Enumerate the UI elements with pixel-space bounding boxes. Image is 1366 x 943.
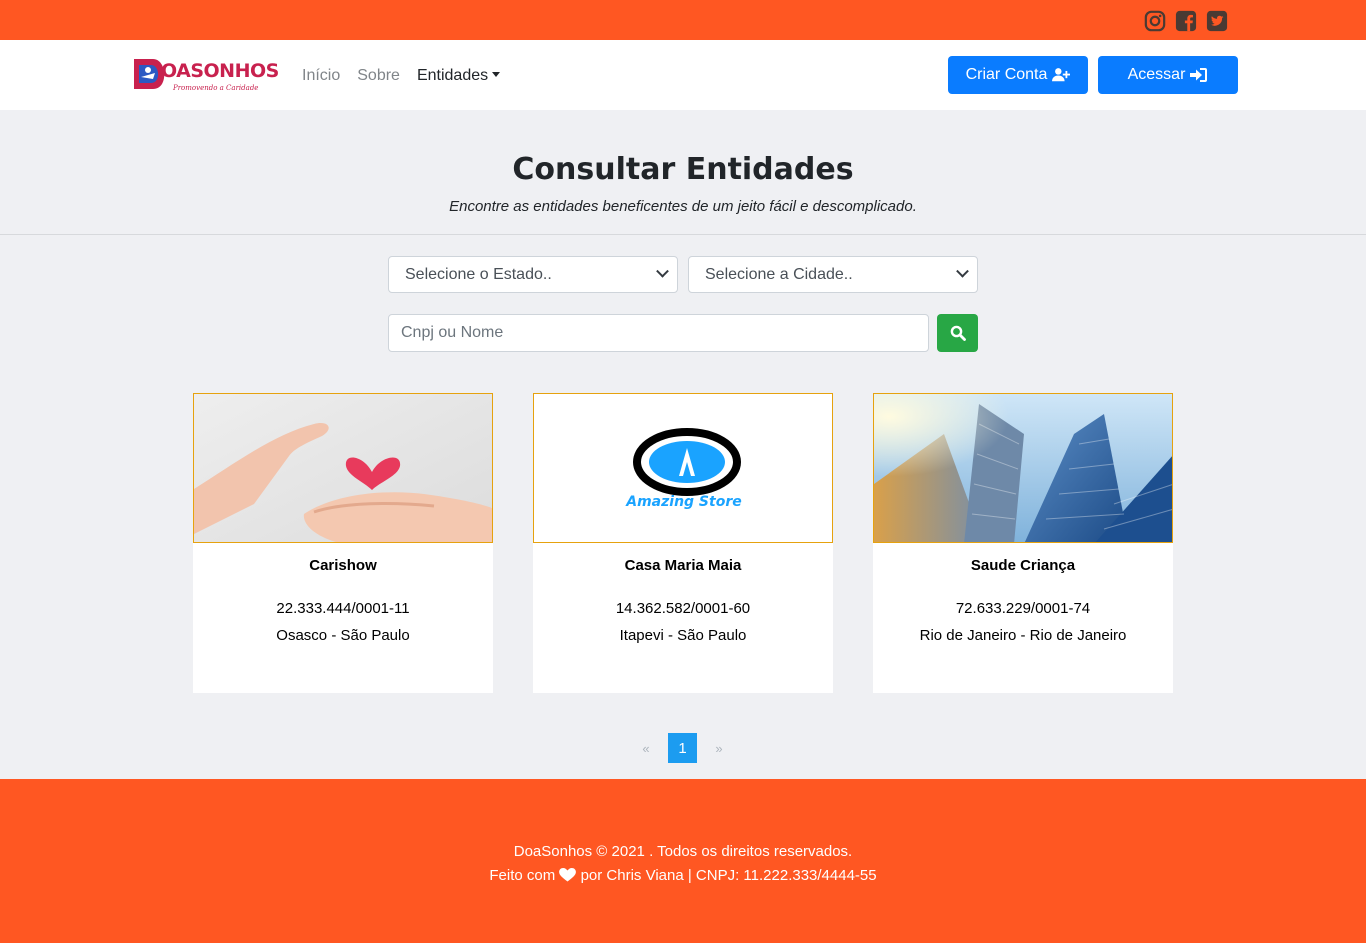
nav-link-inicio[interactable]: Início [302,67,340,85]
caret-down-icon [492,72,501,77]
entity-name: Carishow [309,557,377,574]
search-input[interactable] [388,314,929,352]
user-plus-icon [1052,68,1071,82]
twitter-icon[interactable] [1206,10,1228,32]
entity-card[interactable]: Amazing Store Casa Maria Maia 14.362.582… [533,393,833,693]
logo-text: Amazing Store [626,494,742,510]
search-button[interactable] [937,314,978,352]
skyscrapers-image [873,393,1173,543]
hands-heart-image [193,393,493,543]
footer-credits: Feito com por Chris Viana | CNPJ: 11.222… [0,867,1366,884]
sign-in-icon [1190,68,1208,82]
nav-dropdown-entidades[interactable]: Entidades [416,67,501,85]
pagination-next[interactable]: » [709,741,729,756]
pagination: « 1 » [636,733,729,763]
entity-cnpj: 14.362.582/0001-60 [615,600,751,617]
search-icon [950,325,966,341]
chevron-down-icon [956,264,969,278]
state-select-value: Selecione o Estado.. [405,266,552,283]
page-header: Consultar Entidades Encontre as entidade… [0,110,1366,235]
entity-location: Itapevi - São Paulo [619,627,747,644]
create-account-button[interactable]: Criar Conta [948,56,1088,94]
chevron-down-icon [656,264,669,278]
entity-location: Rio de Janeiro - Rio de Janeiro [919,627,1127,644]
entity-cnpj: 72.633.229/0001-74 [955,600,1091,617]
pagination-page-current[interactable]: 1 [668,733,697,763]
entity-location: Osasco - São Paulo [276,627,410,644]
footer-copyright: DoaSonhos © 2021 . Todos os direitos res… [513,843,853,860]
facebook-icon[interactable] [1175,10,1197,32]
login-label: Acessar [1127,66,1186,83]
amazing-store-logo: Amazing Store [533,393,833,543]
entity-cnpj: 22.333.444/0001-11 [276,600,410,617]
login-button[interactable]: Acessar [1098,56,1238,94]
create-account-label: Criar Conta [965,66,1048,83]
entity-card[interactable]: Saude Criança 72.633.229/0001-74 Rio de … [873,393,1173,693]
nav-link-sobre[interactable]: Sobre [357,67,400,85]
social-links [1144,10,1228,32]
instagram-icon[interactable] [1144,10,1166,32]
page-subtitle: Encontre as entidades beneficentes de um… [449,198,917,215]
top-bar [0,0,1366,40]
page-title: Consultar Entidades [512,152,854,187]
footer: DoaSonhos © 2021 . Todos os direitos res… [0,779,1366,943]
entity-name: Saude Criança [970,557,1076,574]
footer-credits-suffix: por Chris Viana | CNPJ: 11.222.333/4444-… [580,867,877,884]
entity-name: Casa Maria Maia [624,557,742,574]
pagination-prev[interactable]: « [636,741,656,756]
nav-links: Início Sobre Entidades [302,67,501,85]
city-select-value: Selecione a Cidade.. [705,266,853,283]
state-select[interactable]: Selecione o Estado.. [388,256,678,293]
nav-dropdown-label: Entidades [416,67,489,84]
site-logo[interactable]: OASONHOS Promovendo a Caridade [131,52,279,98]
heart-icon [559,868,577,882]
footer-credits-prefix: Feito com [489,867,556,884]
entity-card[interactable]: Carishow 22.333.444/0001-11 Osasco - São… [193,393,493,693]
logo-wordmark: OASONHOS [161,60,279,82]
city-select[interactable]: Selecione a Cidade.. [688,256,978,293]
logo-tagline: Promovendo a Caridade [173,84,259,92]
